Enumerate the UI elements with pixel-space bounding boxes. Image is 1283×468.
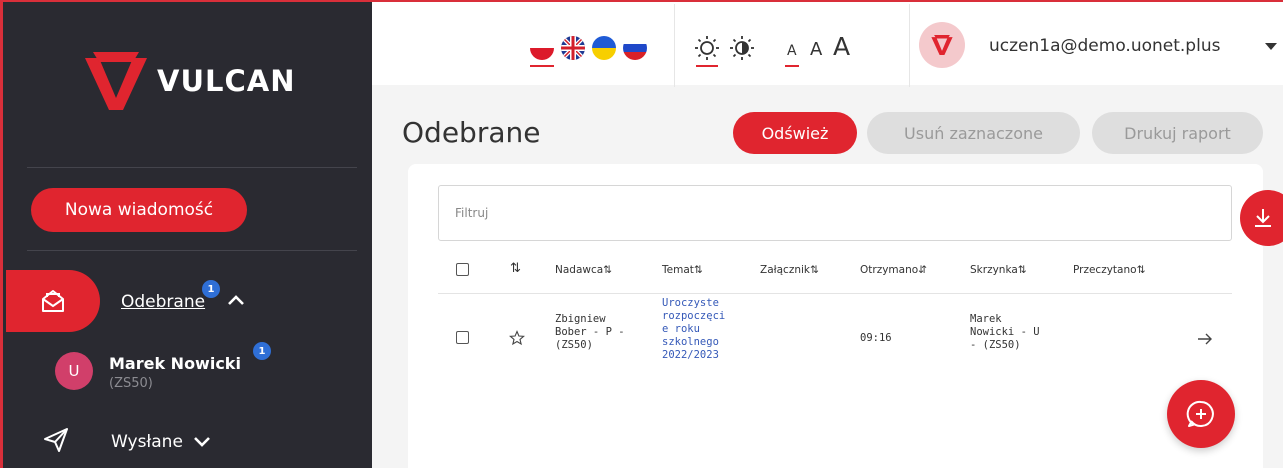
envelope-open-icon (42, 290, 64, 312)
column-sender[interactable]: Nadawca⇅ (555, 264, 612, 276)
sidebar-divider (27, 167, 357, 168)
flag-ru-icon[interactable] (623, 36, 647, 60)
sidebar-divider (27, 250, 357, 251)
font-size-selected-indicator (785, 65, 799, 67)
language-selected-indicator (530, 65, 554, 67)
mailbox-unread-badge: 1 (253, 342, 271, 360)
row-received: 09:16 (860, 332, 892, 344)
refresh-button[interactable]: Odśwież (733, 112, 857, 154)
vulcan-logo-icon (85, 52, 147, 110)
high-contrast-sun-icon[interactable] (729, 35, 755, 61)
contrast-selected-indicator (696, 65, 718, 67)
vulcan-small-icon (931, 35, 953, 55)
font-size-small[interactable]: A (787, 43, 797, 59)
star-icon[interactable] (509, 330, 525, 346)
row-checkbox[interactable] (456, 331, 469, 344)
mailbox-school: (ZS50) (109, 376, 153, 391)
new-message-button[interactable]: Nowa wiadomość (31, 188, 247, 232)
sun-icon[interactable] (694, 35, 720, 61)
chat-plus-icon (1186, 400, 1214, 427)
select-all-checkbox[interactable] (456, 263, 469, 276)
flag-uk-icon[interactable] (592, 36, 616, 60)
filter-input[interactable] (438, 185, 1232, 241)
sidebar-item-sent[interactable]: Wysłane (111, 432, 183, 452)
paper-plane-icon[interactable] (42, 426, 70, 454)
user-logo[interactable] (919, 22, 965, 68)
column-received[interactable]: Otrzymano⇵ (860, 264, 927, 276)
row-subject-link[interactable]: Uroczyste rozpoczęci e roku szkolnego 20… (662, 297, 742, 362)
font-size-medium[interactable]: A (810, 39, 822, 60)
flag-en-icon[interactable] (561, 36, 585, 60)
new-message-fab[interactable] (1167, 380, 1235, 448)
sidebar-item-inbox[interactable]: Odebrane (121, 292, 205, 312)
column-subject[interactable]: Temat⇅ (662, 264, 703, 276)
top-bar: A A A uczen1a@demo.uonet.plus (372, 0, 1283, 87)
flag-pl-icon[interactable] (530, 36, 554, 60)
chevron-up-icon[interactable] (227, 293, 245, 307)
column-mailbox[interactable]: Skrzynka⇅ (970, 264, 1027, 276)
messages-card: ⇅ Nadawca⇅ Temat⇅ Załącznik⇅ Otrzymano⇵ … (408, 164, 1263, 468)
inbox-unread-badge: 1 (202, 280, 220, 298)
download-icon (1255, 209, 1271, 227)
arrow-right-icon[interactable] (1197, 332, 1213, 346)
mailbox-name[interactable]: Marek Nowicki (109, 354, 241, 373)
topbar-separator (909, 4, 910, 87)
print-report-button[interactable]: Drukuj raport (1092, 112, 1263, 154)
row-mailbox: Marek Nowicki - U - (ZS50) (970, 313, 1040, 351)
sidebar-item-inbox-icon-wrap[interactable] (6, 270, 100, 332)
column-read[interactable]: Przeczytano⇅ (1073, 264, 1145, 276)
sort-toggle[interactable]: ⇅ (510, 261, 521, 276)
caret-down-icon[interactable] (1264, 42, 1278, 52)
topbar-separator (674, 4, 675, 87)
font-size-large[interactable]: A (833, 32, 850, 61)
avatar: U (55, 352, 93, 390)
user-email[interactable]: uczen1a@demo.uonet.plus (989, 36, 1220, 56)
vulcan-logo[interactable]: VULCAN (81, 50, 295, 112)
column-attachment[interactable]: Załącznik⇅ (760, 264, 819, 276)
page-title: Odebrane (402, 116, 541, 149)
sidebar: VULCAN Nowa wiadomość Odebrane 1 U Marek… (0, 0, 372, 468)
delete-selected-button[interactable]: Usuń zaznaczone (867, 112, 1080, 154)
table-header-divider (438, 293, 1232, 294)
chevron-down-icon[interactable] (193, 435, 211, 449)
brand-name: VULCAN (157, 64, 296, 98)
row-sender: Zbigniew Bober - P - (ZS50) (555, 313, 625, 351)
